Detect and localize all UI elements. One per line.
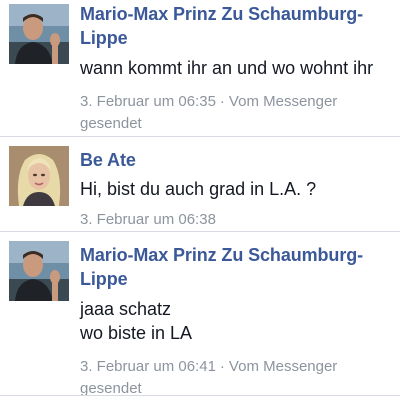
- message-body: Be Ate Hi, bist du auch grad in L.A. ? 3…: [80, 148, 396, 231]
- message-meta: 3. Februar um 06:41 · Vom Messenger gesend…: [80, 356, 396, 400]
- message-text: wann kommt ihr an und wo wohnt ihr: [80, 56, 396, 80]
- message-text: jaaa schatz wo biste in LA: [80, 297, 396, 345]
- timestamp[interactable]: 3. Februar um 06:41: [80, 358, 216, 375]
- timestamp[interactable]: 3. Februar um 06:35: [80, 93, 216, 110]
- avatar[interactable]: [9, 4, 69, 64]
- avatar[interactable]: [9, 241, 69, 301]
- profile-photo-woman-icon: [9, 146, 69, 206]
- message-body: Mario-Max Prinz Zu Schaumburg-Lippe wann…: [80, 2, 396, 135]
- message-line: wo biste in LA: [80, 323, 193, 343]
- divider: [0, 395, 400, 396]
- message-body: Mario-Max Prinz Zu Schaumburg-Lippe jaaa…: [80, 243, 396, 400]
- sender-name[interactable]: Be Ate: [80, 148, 396, 172]
- message-meta: 3. Februar um 06:35 · Vom Messenger gesend…: [80, 91, 396, 135]
- meta-separator: ·: [219, 93, 225, 110]
- message-thread: Mario-Max Prinz Zu Schaumburg-Lippe wann…: [0, 0, 400, 400]
- profile-photo-man-icon: [9, 241, 69, 301]
- avatar[interactable]: [9, 146, 69, 206]
- sender-name[interactable]: Mario-Max Prinz Zu Schaumburg-Lippe: [80, 243, 396, 291]
- message-item: Mario-Max Prinz Zu Schaumburg-Lippe wann…: [0, 0, 400, 136]
- sender-name[interactable]: Mario-Max Prinz Zu Schaumburg-Lippe: [80, 2, 396, 50]
- profile-photo-man-icon: [9, 4, 69, 64]
- timestamp[interactable]: 3. Februar um 06:38: [80, 211, 216, 228]
- message-line: wann kommt ihr an und wo wohnt ihr: [80, 58, 374, 78]
- message-text: Hi, bist du auch grad in L.A. ?: [80, 177, 396, 201]
- message-line: Hi, bist du auch grad in L.A. ?: [80, 179, 317, 199]
- message-meta: 3. Februar um 06:38: [80, 209, 396, 231]
- meta-separator: ·: [219, 358, 225, 375]
- message-line: jaaa schatz: [80, 299, 172, 319]
- message-item: Be Ate Hi, bist du auch grad in L.A. ? 3…: [0, 137, 400, 231]
- message-item: Mario-Max Prinz Zu Schaumburg-Lippe jaaa…: [0, 232, 400, 397]
